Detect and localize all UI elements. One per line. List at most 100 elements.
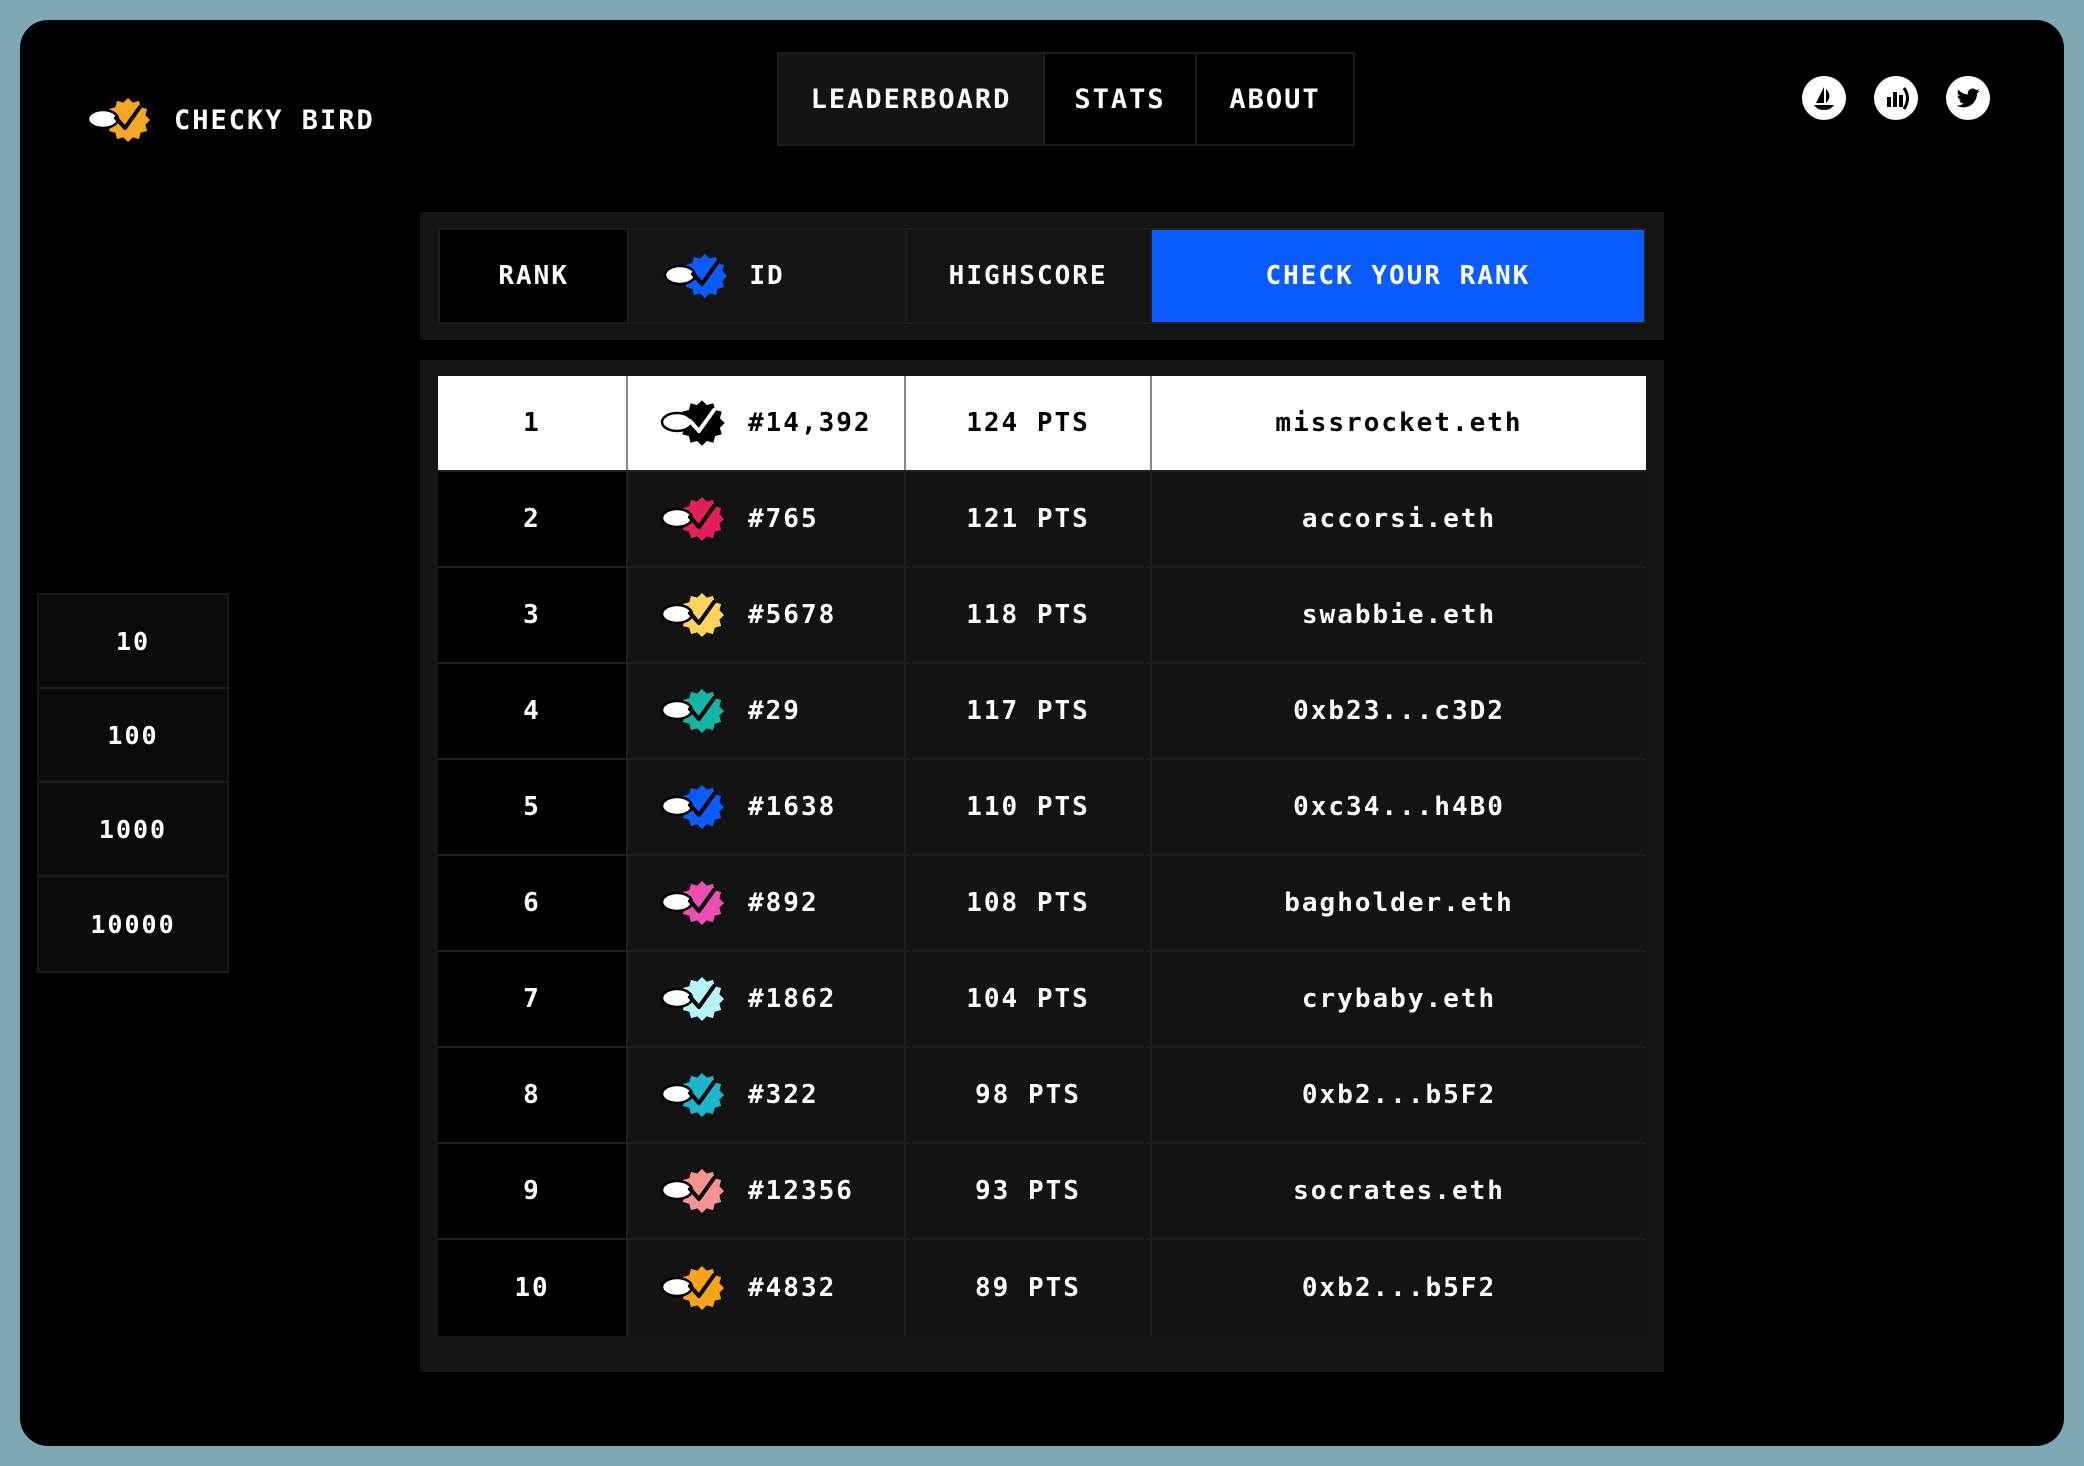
row-id-label: #14,392 — [748, 408, 872, 438]
row-id: #12356 — [628, 1144, 906, 1238]
filter-1000[interactable]: 1000 — [39, 783, 227, 877]
checky-bird-icon — [660, 497, 724, 541]
table-row[interactable]: 2 #765 121 PTS accorsi.eth — [438, 472, 1646, 568]
checky-bird-icon — [660, 400, 725, 446]
row-highscore: 89 PTS — [906, 1240, 1152, 1336]
checky-bird-icon — [660, 1169, 724, 1213]
row-id: #892 — [628, 856, 906, 950]
row-id-label: #322 — [748, 1080, 819, 1110]
row-id-label: #4832 — [748, 1273, 837, 1303]
rank-filter: 10 100 1000 10000 — [37, 593, 229, 973]
header-rank: RANK — [440, 230, 630, 322]
row-rank: 1 — [438, 376, 628, 470]
checky-bird-logo-icon — [86, 98, 150, 142]
table-row[interactable]: 8 #322 98 PTS 0xb2...b5F2 — [438, 1048, 1646, 1144]
tab-about[interactable]: ABOUT — [1197, 54, 1353, 144]
row-id-label: #5678 — [748, 600, 837, 630]
brand-name: CHECKY BIRD — [174, 104, 375, 136]
checky-bird-icon — [664, 254, 728, 298]
row-owner[interactable]: 0xb23...c3D2 — [1152, 664, 1646, 758]
table-row[interactable]: 5 #1638 110 PTS 0xc34...h4B0 — [438, 760, 1646, 856]
row-highscore: 98 PTS — [906, 1048, 1152, 1142]
checky-bird-icon — [660, 593, 724, 637]
brand[interactable]: CHECKY BIRD — [86, 78, 375, 162]
row-id: #29 — [628, 664, 906, 758]
leaderboard-rows: 1 #14,392 124 PTS missrocket.eth 2 #765 … — [438, 376, 1646, 1336]
row-rank: 10 — [438, 1240, 628, 1336]
row-highscore: 117 PTS — [906, 664, 1152, 758]
table-row[interactable]: 3 #5678 118 PTS swabbie.eth — [438, 568, 1646, 664]
row-id-label: #29 — [748, 696, 801, 726]
row-rank: 5 — [438, 760, 628, 854]
chart-glyph — [1887, 87, 1909, 110]
row-id-label: #1638 — [748, 792, 837, 822]
row-rank: 7 — [438, 952, 628, 1046]
table-row[interactable]: 4 #29 117 PTS 0xb23...c3D2 — [438, 664, 1646, 760]
row-rank: 3 — [438, 568, 628, 662]
check-your-rank-button[interactable]: CHECK YOUR RANK — [1151, 230, 1645, 322]
table-row[interactable]: 9 #12356 93 PTS socrates.eth — [438, 1144, 1646, 1240]
row-highscore: 124 PTS — [906, 376, 1152, 470]
table-row[interactable]: 7 #1862 104 PTS crybaby.eth — [438, 952, 1646, 1048]
checky-bird-icon — [660, 1266, 724, 1310]
row-owner[interactable]: 0xc34...h4B0 — [1152, 760, 1646, 854]
row-owner[interactable]: accorsi.eth — [1152, 472, 1646, 566]
checky-bird-icon — [660, 689, 724, 733]
row-highscore: 118 PTS — [906, 568, 1152, 662]
row-rank: 2 — [438, 472, 628, 566]
row-owner[interactable]: bagholder.eth — [1152, 856, 1646, 950]
table-row[interactable]: 10 #4832 89 PTS 0xb2...b5F2 — [438, 1240, 1646, 1336]
filter-10[interactable]: 10 — [39, 595, 227, 689]
tab-stats[interactable]: STATS — [1045, 54, 1197, 144]
row-owner[interactable]: 0xb2...b5F2 — [1152, 1240, 1646, 1336]
row-rank: 9 — [438, 1144, 628, 1238]
row-id-label: #892 — [748, 888, 819, 918]
row-owner[interactable]: socrates.eth — [1152, 1144, 1646, 1238]
row-owner[interactable]: 0xb2...b5F2 — [1152, 1048, 1646, 1142]
header-id-label: ID — [749, 261, 785, 291]
social-links — [1802, 76, 1990, 120]
row-highscore: 121 PTS — [906, 472, 1152, 566]
row-id: #765 — [628, 472, 906, 566]
row-id-label: #765 — [748, 504, 819, 534]
twitter-icon[interactable] — [1946, 76, 1990, 120]
header-highscore: HIGHSCORE — [906, 230, 1152, 322]
main-nav: LEADERBOARD STATS ABOUT — [777, 52, 1355, 146]
header-id: ID — [629, 230, 907, 322]
row-owner[interactable]: crybaby.eth — [1152, 952, 1646, 1046]
checky-bird-icon — [660, 881, 724, 925]
row-id: #322 — [628, 1048, 906, 1142]
app-window: CHECKY BIRD LEADERBOARD STATS ABOUT 10 1… — [20, 20, 2064, 1446]
opensea-glyph — [1814, 87, 1834, 110]
tab-leaderboard[interactable]: LEADERBOARD — [779, 54, 1045, 144]
table-header: RANK ID HIGHSCORE CHECK YOUR RANK — [420, 212, 1664, 340]
checky-bird-icon — [660, 785, 724, 829]
table-header-row: RANK ID HIGHSCORE CHECK YOUR RANK — [438, 228, 1646, 324]
filter-10000[interactable]: 10000 — [39, 877, 227, 971]
checky-bird-icon — [660, 1073, 724, 1117]
checky-bird-icon — [660, 977, 724, 1021]
stats-chart-icon[interactable] — [1874, 76, 1918, 120]
row-id: #5678 — [628, 568, 906, 662]
twitter-glyph — [1956, 88, 1980, 108]
row-id: #1638 — [628, 760, 906, 854]
row-id: #1862 — [628, 952, 906, 1046]
row-rank: 6 — [438, 856, 628, 950]
row-id: #14,392 — [628, 376, 906, 470]
table-row[interactable]: 6 #892 108 PTS bagholder.eth — [438, 856, 1646, 952]
table-row[interactable]: 1 #14,392 124 PTS missrocket.eth — [438, 376, 1646, 472]
leaderboard-table: 1 #14,392 124 PTS missrocket.eth 2 #765 … — [420, 360, 1664, 1372]
row-highscore: 108 PTS — [906, 856, 1152, 950]
row-rank: 8 — [438, 1048, 628, 1142]
filter-100[interactable]: 100 — [39, 689, 227, 783]
row-highscore: 104 PTS — [906, 952, 1152, 1046]
row-highscore: 93 PTS — [906, 1144, 1152, 1238]
row-rank: 4 — [438, 664, 628, 758]
row-owner[interactable]: missrocket.eth — [1152, 376, 1646, 470]
opensea-icon[interactable] — [1802, 76, 1846, 120]
row-owner[interactable]: swabbie.eth — [1152, 568, 1646, 662]
row-id: #4832 — [628, 1240, 906, 1336]
row-id-label: #1862 — [748, 984, 837, 1014]
row-id-label: #12356 — [748, 1176, 854, 1206]
row-highscore: 110 PTS — [906, 760, 1152, 854]
